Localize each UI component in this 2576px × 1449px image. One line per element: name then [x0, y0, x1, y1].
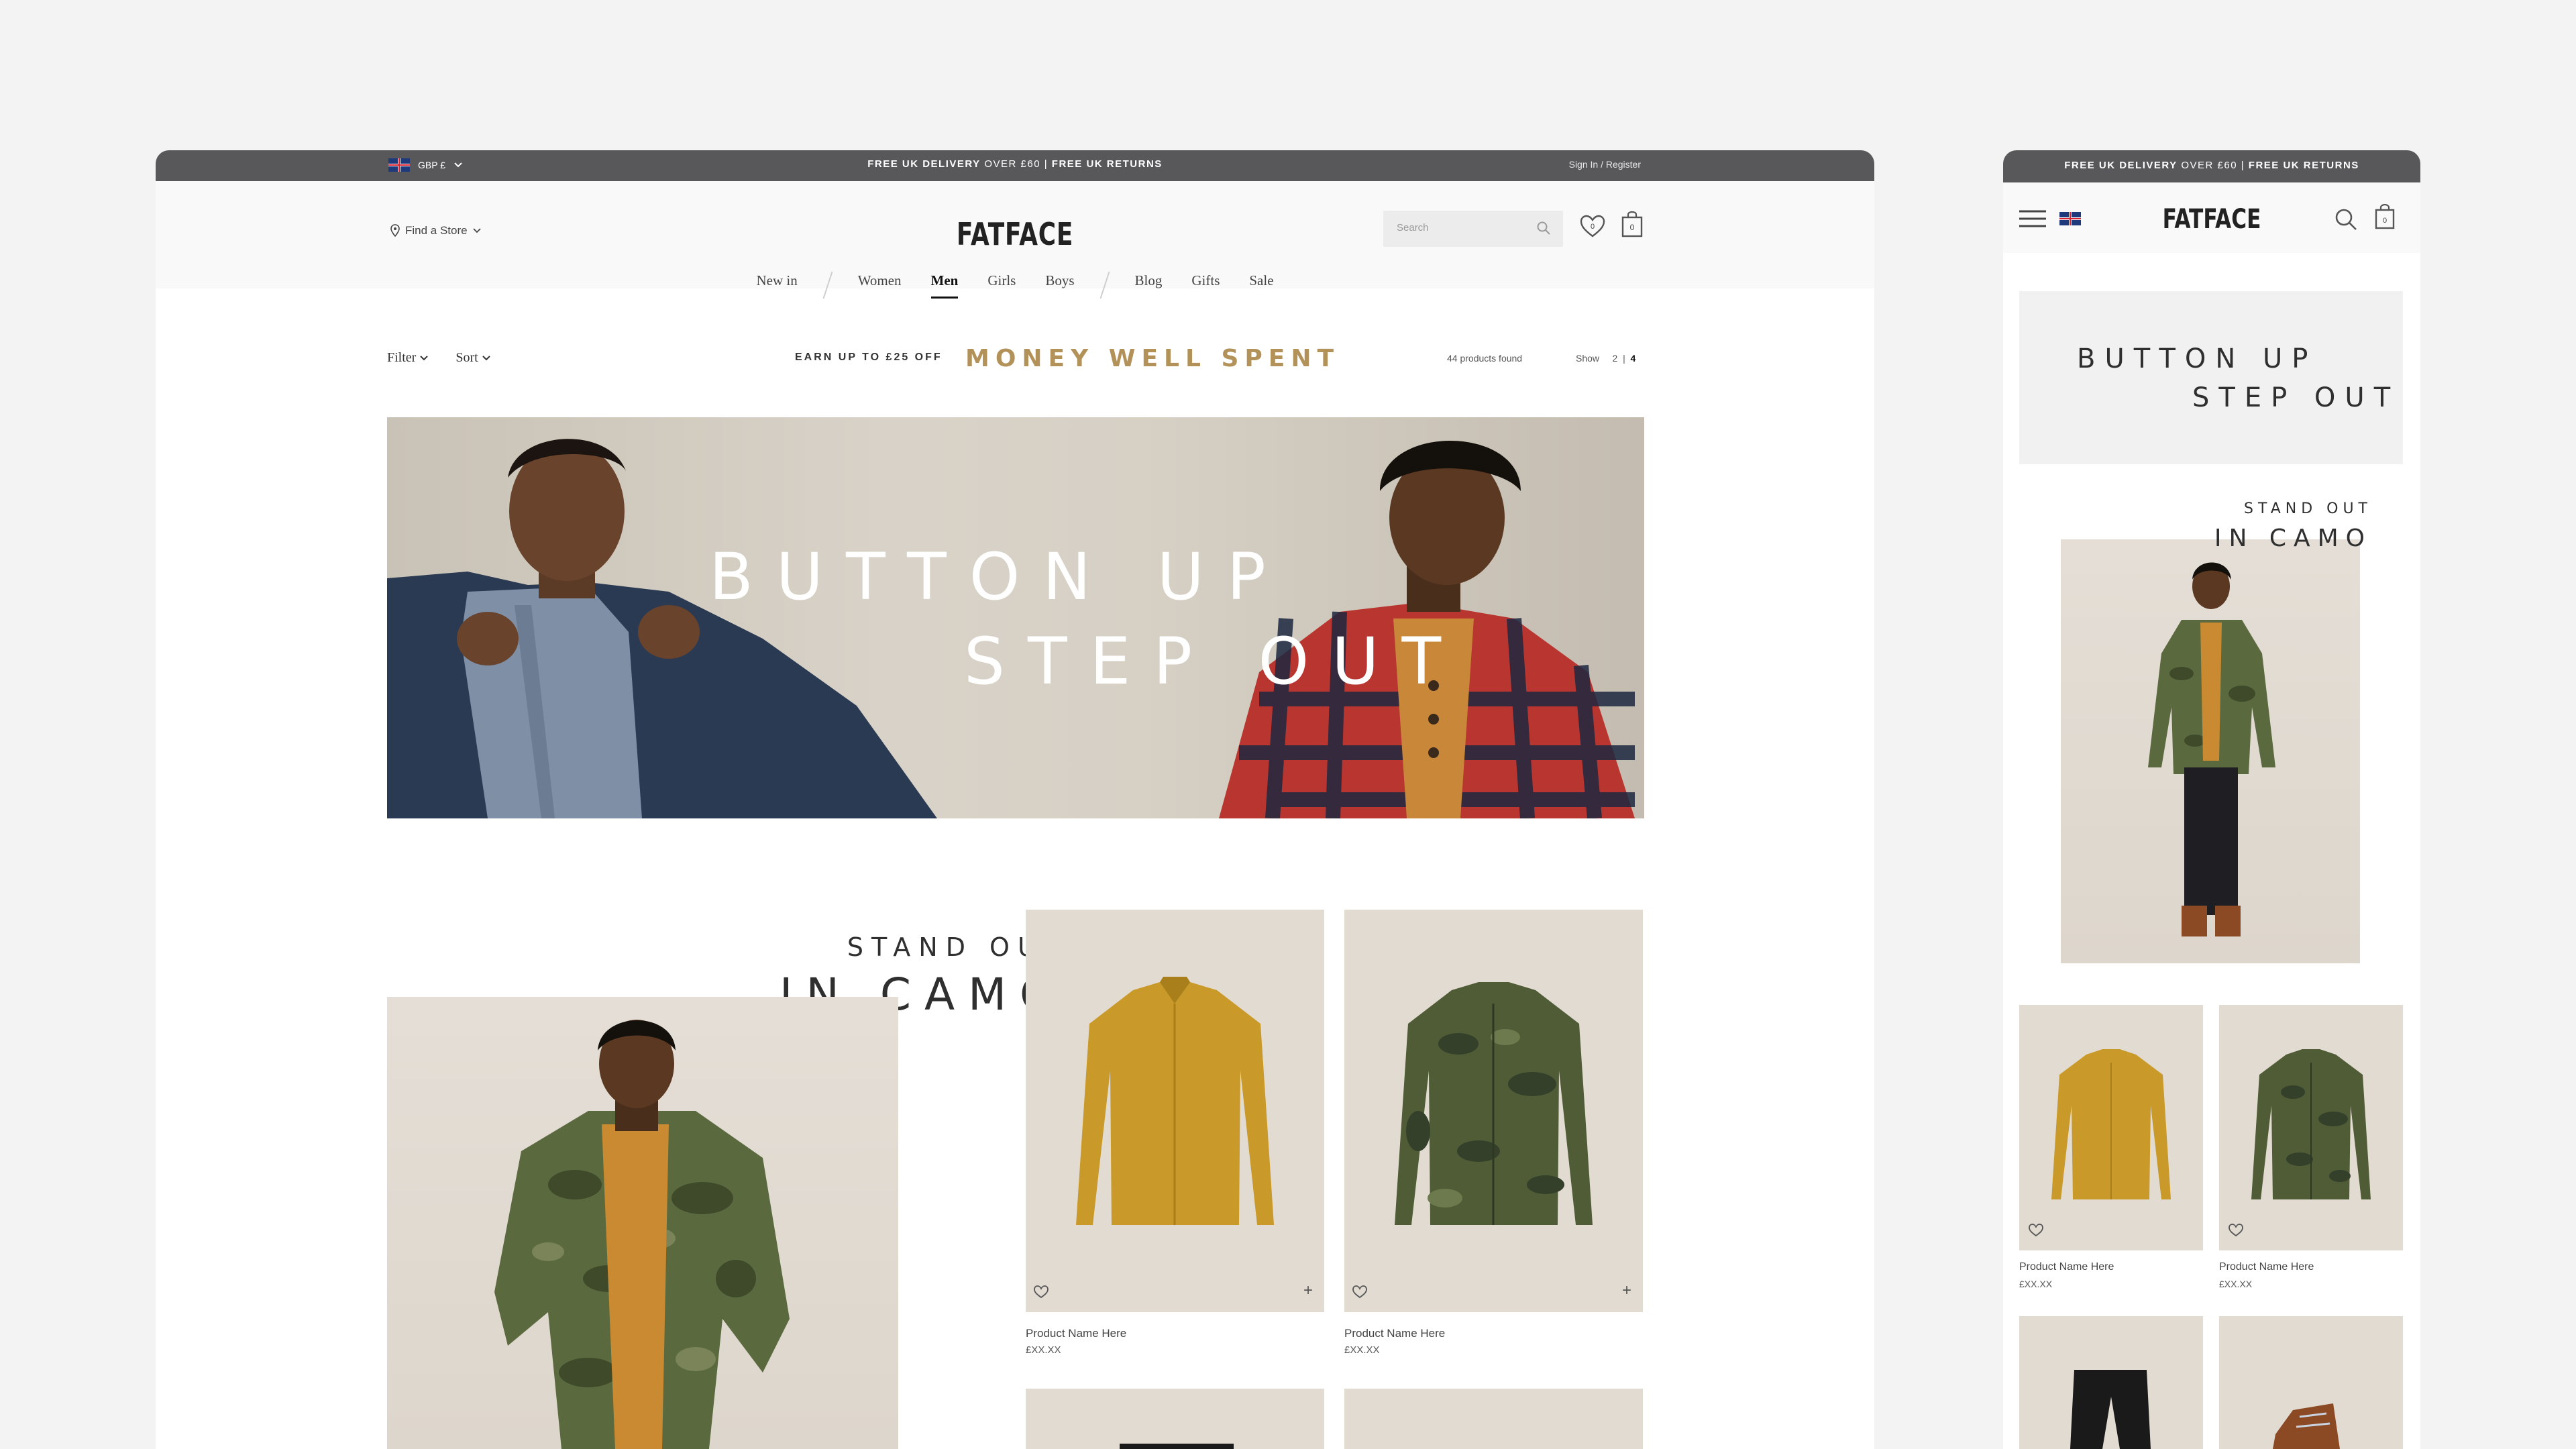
wishlist-heart-icon[interactable] [1034, 1285, 1049, 1299]
product-card[interactable] [1026, 1389, 1324, 1449]
product-card[interactable] [2019, 1316, 2203, 1449]
camo-feature-image[interactable] [387, 997, 898, 1449]
product-image[interactable] [2219, 1316, 2403, 1449]
camo-title-line1: STAND OUT [847, 932, 1068, 962]
menu-icon[interactable] [2019, 209, 2046, 228]
chevron-down-icon [482, 356, 490, 361]
trousers-image [2070, 1370, 2151, 1449]
shopping-bag-icon[interactable]: 0 [2375, 204, 2395, 229]
search-icon[interactable] [1536, 221, 1551, 235]
product-image[interactable] [2219, 1005, 2403, 1250]
wishlist-heart-icon[interactable] [2029, 1224, 2043, 1237]
product-card[interactable]: + Product Name Here £XX.XX [1026, 910, 1324, 1366]
product-name[interactable]: Product Name Here [2019, 1261, 2114, 1273]
product-price: £XX.XX [1344, 1344, 1380, 1356]
svg-text:0: 0 [2383, 217, 2387, 225]
camo-model-image [494, 1020, 790, 1449]
hero-title-line2: STEP OUT [964, 624, 1464, 699]
search-placeholder: Search [1397, 222, 1429, 233]
banner-title-line2: STEP OUT [2192, 382, 2400, 413]
product-image[interactable] [1026, 1389, 1324, 1449]
product-image[interactable]: + [1026, 910, 1324, 1312]
search-input[interactable]: Search [1383, 211, 1563, 247]
product-card[interactable]: Product Name Here £XX.XX [2019, 1005, 2203, 1300]
shopping-bag-icon[interactable]: 0 [1621, 211, 1644, 237]
hero-model-left-image [387, 439, 1635, 818]
promo-topbar: GBP £ FREE UK DELIVERY OVER £60 | FREE U… [156, 150, 1874, 181]
nav-divider [1099, 271, 1110, 299]
camo-feature-image[interactable] [2061, 539, 2360, 963]
product-name[interactable]: Product Name Here [1026, 1327, 1126, 1340]
mobile-promo-banner[interactable]: BUTTON UP STEP OUT [2019, 291, 2403, 464]
grid-option-2[interactable]: 2 [1612, 353, 1617, 364]
product-price: £XX.XX [2219, 1279, 2253, 1289]
product-image[interactable] [2019, 1316, 2203, 1449]
product-card[interactable]: + Product Name Here £XX.XX [1344, 910, 1643, 1366]
product-card[interactable]: Product Name Here £XX.XX [2219, 1005, 2403, 1300]
svg-text:0: 0 [1591, 223, 1595, 231]
yellow-shirt-image [2051, 1049, 2171, 1199]
nav-boys[interactable]: Boys [1045, 272, 1074, 299]
camo-shirt-image [1395, 982, 1593, 1225]
nav-men[interactable]: Men [930, 272, 958, 299]
camo-model-image [2148, 562, 2275, 936]
site-header: Find a Store FATFACE Search 0 0 New in W… [156, 181, 1874, 299]
svg-text:0: 0 [1630, 223, 1635, 232]
promo-topbar: FREE UK DELIVERY OVER £60 | FREE UK RETU… [2003, 150, 2420, 182]
trousers-image [1120, 1444, 1234, 1449]
filter-bar: Filter Sort EARN UP TO £25 OFF MONEY WEL… [387, 345, 1643, 372]
promo-earn-text: EARN UP TO £25 OFF [795, 352, 943, 363]
search-icon[interactable] [2334, 208, 2357, 231]
quick-add-button[interactable]: + [1303, 1283, 1313, 1299]
nav-divider [822, 271, 833, 299]
nav-gifts[interactable]: Gifts [1191, 272, 1220, 299]
grid-option-4[interactable]: 4 [1630, 353, 1635, 364]
banner-title-line1: BUTTON UP [2077, 343, 2318, 374]
product-price: £XX.XX [1026, 1344, 1061, 1356]
camo-title-line2: IN CAMO [2214, 525, 2372, 552]
grid-size-toggle[interactable]: Show 2 | 4 [1576, 353, 1635, 364]
mobile-header: FATFACE 0 [2003, 182, 2420, 253]
desktop-frame: GBP £ FREE UK DELIVERY OVER £60 | FREE U… [156, 150, 1874, 1449]
mobile-frame: FREE UK DELIVERY OVER £60 | FREE UK RETU… [2003, 150, 2420, 1449]
filter-dropdown[interactable]: Filter [387, 350, 429, 366]
product-card[interactable] [2219, 1316, 2403, 1449]
quick-add-button[interactable]: + [1622, 1283, 1631, 1299]
product-name[interactable]: Product Name Here [2219, 1261, 2314, 1273]
chevron-down-icon [420, 356, 429, 361]
wishlist-heart-icon[interactable] [2229, 1224, 2243, 1237]
nav-girls[interactable]: Girls [987, 272, 1016, 299]
camo-shirt-image [2251, 1049, 2371, 1199]
product-count: 44 products found [1447, 353, 1523, 364]
product-card[interactable] [1344, 1389, 1643, 1449]
nav-women[interactable]: Women [858, 272, 902, 299]
wishlist-heart-icon[interactable]: 0 [1579, 213, 1606, 240]
main-nav: New in Women Men Girls Boys Blog Gifts S… [156, 271, 1874, 299]
promo-money-headline[interactable]: MONEY WELL SPENT [965, 345, 1340, 372]
sort-dropdown[interactable]: Sort [455, 350, 490, 366]
nav-blog[interactable]: Blog [1135, 272, 1163, 299]
nav-new-in[interactable]: New in [756, 272, 797, 299]
signin-link[interactable]: Sign In / Register [1569, 159, 1641, 170]
nav-sale[interactable]: Sale [1249, 272, 1273, 299]
hero-title-line1: BUTTON UP [709, 539, 1289, 614]
wishlist-heart-icon[interactable] [1352, 1285, 1367, 1299]
hero-banner[interactable]: BUTTON UP STEP OUT [387, 417, 1644, 818]
product-price: £XX.XX [2019, 1279, 2053, 1289]
brand-logo[interactable]: FATFACE [2049, 204, 2374, 235]
product-name[interactable]: Product Name Here [1344, 1327, 1445, 1340]
yellow-shirt-image [1076, 977, 1274, 1225]
camo-title-line1: STAND OUT [2244, 500, 2372, 517]
product-image[interactable]: + [1344, 910, 1643, 1312]
product-image[interactable] [1344, 1389, 1643, 1449]
boot-image [2273, 1403, 2340, 1449]
product-image[interactable] [2019, 1005, 2203, 1250]
